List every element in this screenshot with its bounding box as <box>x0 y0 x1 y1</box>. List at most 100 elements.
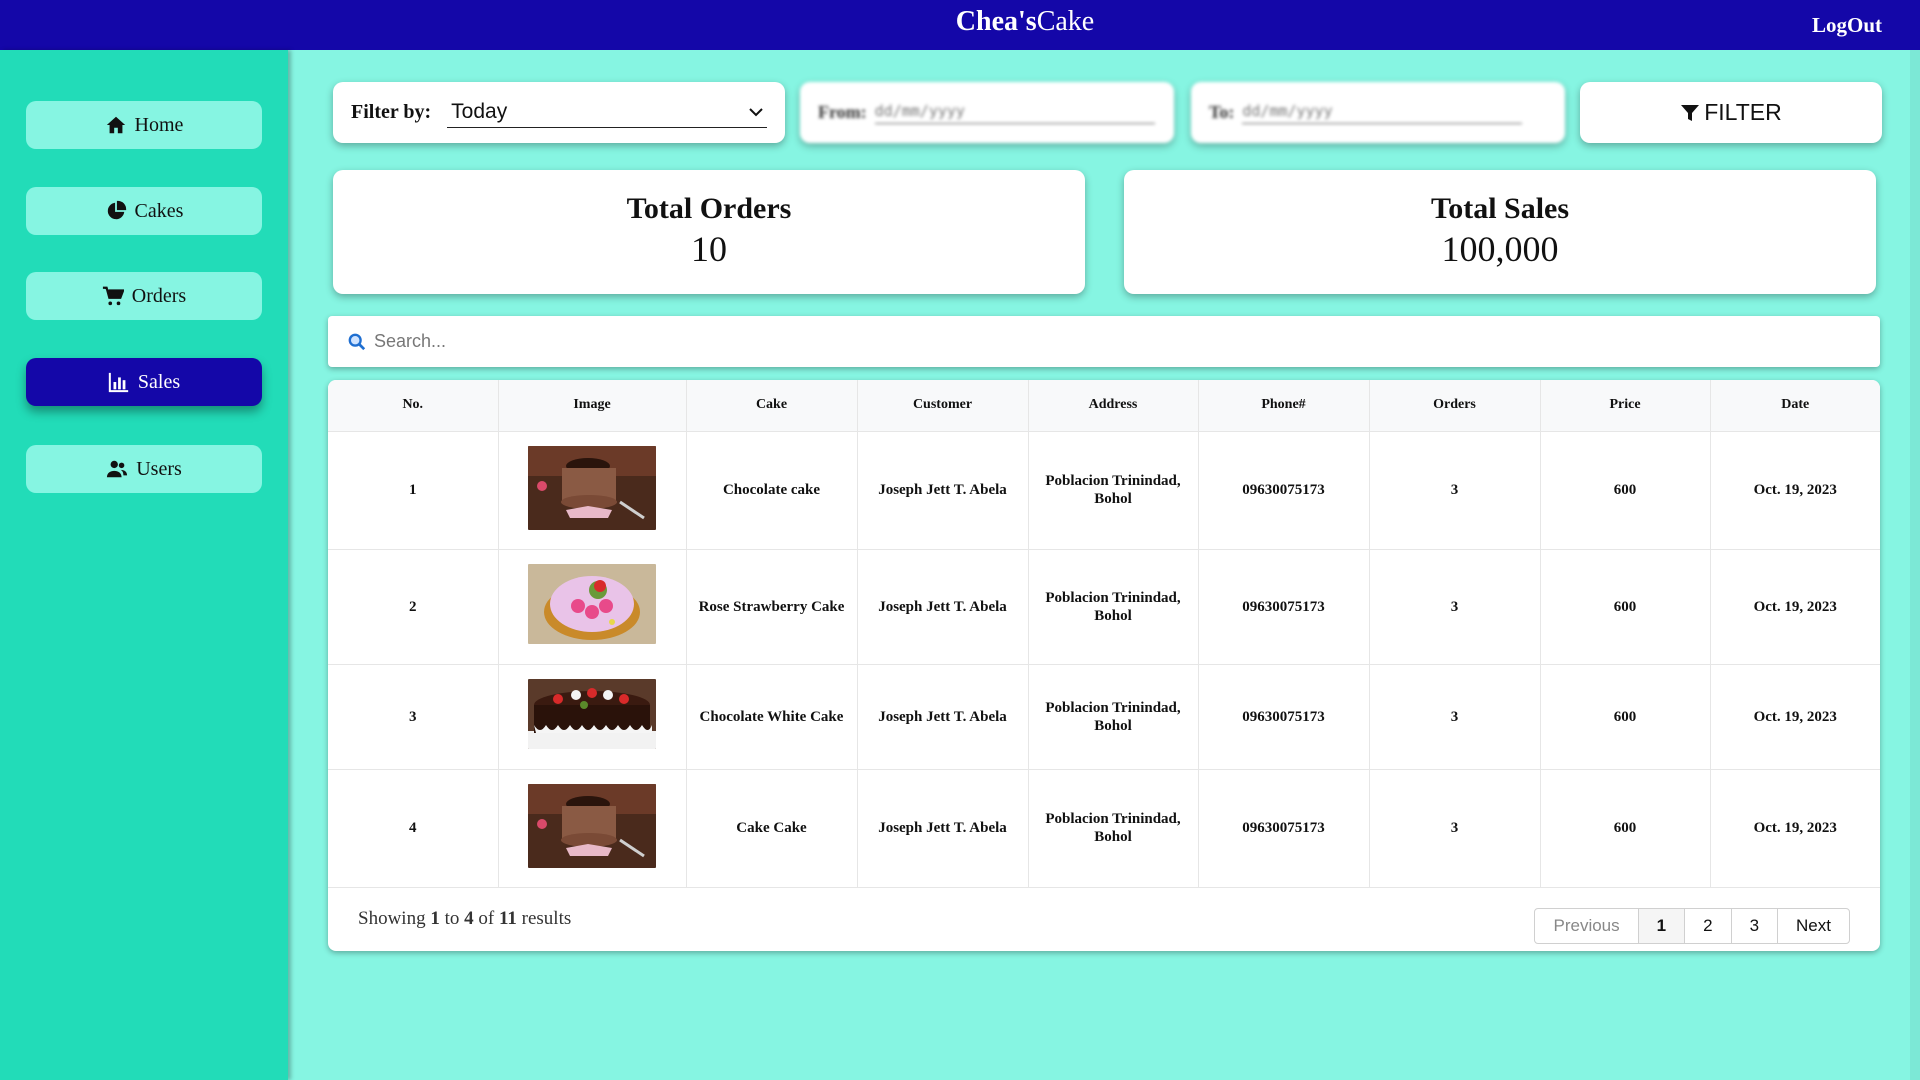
sidebar-item-label: Users <box>136 457 182 480</box>
table-header-row: No. Image Cake Customer Address Phone# O… <box>328 380 1880 432</box>
to-date-input[interactable]: dd/mm/yyyy <box>1242 102 1523 124</box>
page-2-button[interactable]: 2 <box>1685 909 1732 943</box>
total-sales-value: 100,000 <box>1441 229 1559 269</box>
cell-customer: Joseph Jett T. Abela <box>857 664 1029 770</box>
cell-date: Oct. 19, 2023 <box>1710 431 1880 550</box>
total-orders-value: 10 <box>691 229 727 269</box>
cell-customer: Joseph Jett T. Abela <box>857 549 1029 665</box>
page-scrollbar[interactable] <box>1910 50 1920 1080</box>
cell-no: 2 <box>328 549 499 665</box>
filter-button-label: FILTER <box>1704 99 1782 125</box>
logout-link[interactable]: LogOut <box>1812 0 1882 50</box>
from-date-card: From: dd/mm/yyyy <box>800 82 1174 143</box>
cell-image <box>498 431 687 550</box>
total-sales-title: Total Sales <box>1430 192 1570 225</box>
sidebar-item-label: Home <box>134 113 184 136</box>
from-date-input[interactable]: dd/mm/yyyy <box>874 102 1155 124</box>
sidebar: Home Cakes Orders Sales Users <box>0 50 288 1080</box>
cell-orders: 3 <box>1369 769 1541 888</box>
column-header-orders[interactable]: Orders <box>1369 380 1541 432</box>
search-icon <box>348 333 366 350</box>
cart-icon <box>102 286 124 306</box>
cell-phone: 09630075173 <box>1198 431 1370 550</box>
cell-image <box>498 664 687 770</box>
cell-address: Poblacion Trinindad, Bohol <box>1028 664 1199 770</box>
sidebar-item-orders[interactable]: Orders <box>26 272 262 320</box>
cell-cake: Chocolate White Cake <box>686 664 858 770</box>
cell-date: Oct. 19, 2023 <box>1710 664 1880 770</box>
filter-selected-value: Today <box>451 100 508 123</box>
filter-by-card: Filter by: Today <box>333 82 785 143</box>
previous-page-button[interactable]: Previous <box>1535 909 1639 943</box>
funnel-icon <box>1681 104 1700 121</box>
column-header-image[interactable]: Image <box>498 380 687 432</box>
next-page-button[interactable]: Next <box>1778 909 1849 943</box>
from-date-label: From: <box>818 102 867 122</box>
column-header-customer[interactable]: Customer <box>857 380 1029 432</box>
total-orders-title: Total Orders <box>626 192 792 225</box>
cell-no: 3 <box>328 664 499 770</box>
cell-price: 600 <box>1540 664 1711 770</box>
cell-no: 1 <box>328 431 499 550</box>
column-header-date[interactable]: Date <box>1710 380 1880 432</box>
table-row[interactable]: 4 Cake Cake Joseph Jett T. Abela Poblaci… <box>328 769 1880 888</box>
sidebar-item-home[interactable]: Home <box>26 101 262 149</box>
column-header-phone[interactable]: Phone# <box>1198 380 1370 432</box>
total-sales-card: Total Sales 100,000 <box>1124 170 1876 294</box>
cell-orders: 3 <box>1369 549 1541 665</box>
top-bar: Chea'sCake LogOut <box>0 0 1920 50</box>
table-row[interactable]: 1 Chocolate cake Joseph Jett T. Abela Po… <box>328 431 1880 550</box>
cell-price: 600 <box>1540 549 1711 665</box>
sidebar-item-users[interactable]: Users <box>26 445 262 493</box>
users-icon <box>107 460 128 478</box>
home-icon <box>106 116 125 134</box>
column-header-address[interactable]: Address <box>1028 380 1199 432</box>
cell-orders: 3 <box>1369 664 1541 770</box>
bar-chart-icon <box>108 372 129 393</box>
cell-date: Oct. 19, 2023 <box>1710 549 1880 665</box>
pagination: Previous 1 2 3 Next <box>1534 908 1850 944</box>
column-header-price[interactable]: Price <box>1540 380 1711 432</box>
sidebar-item-sales[interactable]: Sales <box>26 358 262 406</box>
chocolate-cake-photo <box>528 783 656 868</box>
search-input[interactable]: Search... <box>328 316 1880 367</box>
cell-customer: Joseph Jett T. Abela <box>857 431 1029 550</box>
cell-phone: 09630075173 <box>1198 664 1370 770</box>
table-row[interactable]: 3 Chocolate White Cake Joseph Jett T. Ab… <box>328 664 1880 770</box>
page-3-button[interactable]: 3 <box>1732 909 1779 943</box>
cell-image <box>498 549 687 665</box>
cell-customer: Joseph Jett T. Abela <box>857 769 1029 888</box>
sidebar-item-cakes[interactable]: Cakes <box>26 187 262 235</box>
chocolate-white-cake-photo <box>528 679 656 749</box>
to-date-card: To: dd/mm/yyyy <box>1191 82 1565 143</box>
search-placeholder: Search... <box>374 331 447 351</box>
cell-cake: Rose Strawberry Cake <box>686 549 858 665</box>
filter-period-select[interactable]: Today <box>447 98 768 128</box>
cell-image <box>498 769 687 888</box>
filter-button[interactable]: FILTER <box>1580 82 1882 143</box>
table-footer: Showing 1 to 4 of 11 results Previous 1 … <box>328 888 1880 951</box>
results-summary: Showing 1 to 4 of 11 results <box>358 908 572 929</box>
sidebar-item-label: Cakes <box>134 199 184 222</box>
brand-title: Chea'sCake <box>955 6 1095 37</box>
page-1-button[interactable]: 1 <box>1638 909 1686 943</box>
sales-table-panel: No. Image Cake Customer Address Phone# O… <box>328 380 1880 951</box>
chocolate-cake-photo <box>528 445 656 530</box>
rose-strawberry-cake-photo <box>528 564 656 644</box>
column-header-cake[interactable]: Cake <box>686 380 858 432</box>
cell-cake: Chocolate cake <box>686 431 858 550</box>
pie-chart-icon <box>107 200 126 220</box>
filter-by-label: Filter by: <box>351 101 432 123</box>
cell-phone: 09630075173 <box>1198 549 1370 665</box>
cell-phone: 09630075173 <box>1198 769 1370 888</box>
column-header-no[interactable]: No. <box>328 380 499 432</box>
sales-table: No. Image Cake Customer Address Phone# O… <box>328 380 1880 888</box>
cell-price: 600 <box>1540 769 1711 888</box>
cell-price: 600 <box>1540 431 1711 550</box>
table-row[interactable]: 2 Rose Strawberry Cake Joseph Jett T. Ab… <box>328 549 1880 665</box>
cell-date: Oct. 19, 2023 <box>1710 769 1880 888</box>
sidebar-item-label: Sales <box>137 370 181 393</box>
chevron-down-icon <box>749 108 763 117</box>
cell-cake: Cake Cake <box>686 769 858 888</box>
cell-address: Poblacion Trinindad, Bohol <box>1028 769 1199 888</box>
